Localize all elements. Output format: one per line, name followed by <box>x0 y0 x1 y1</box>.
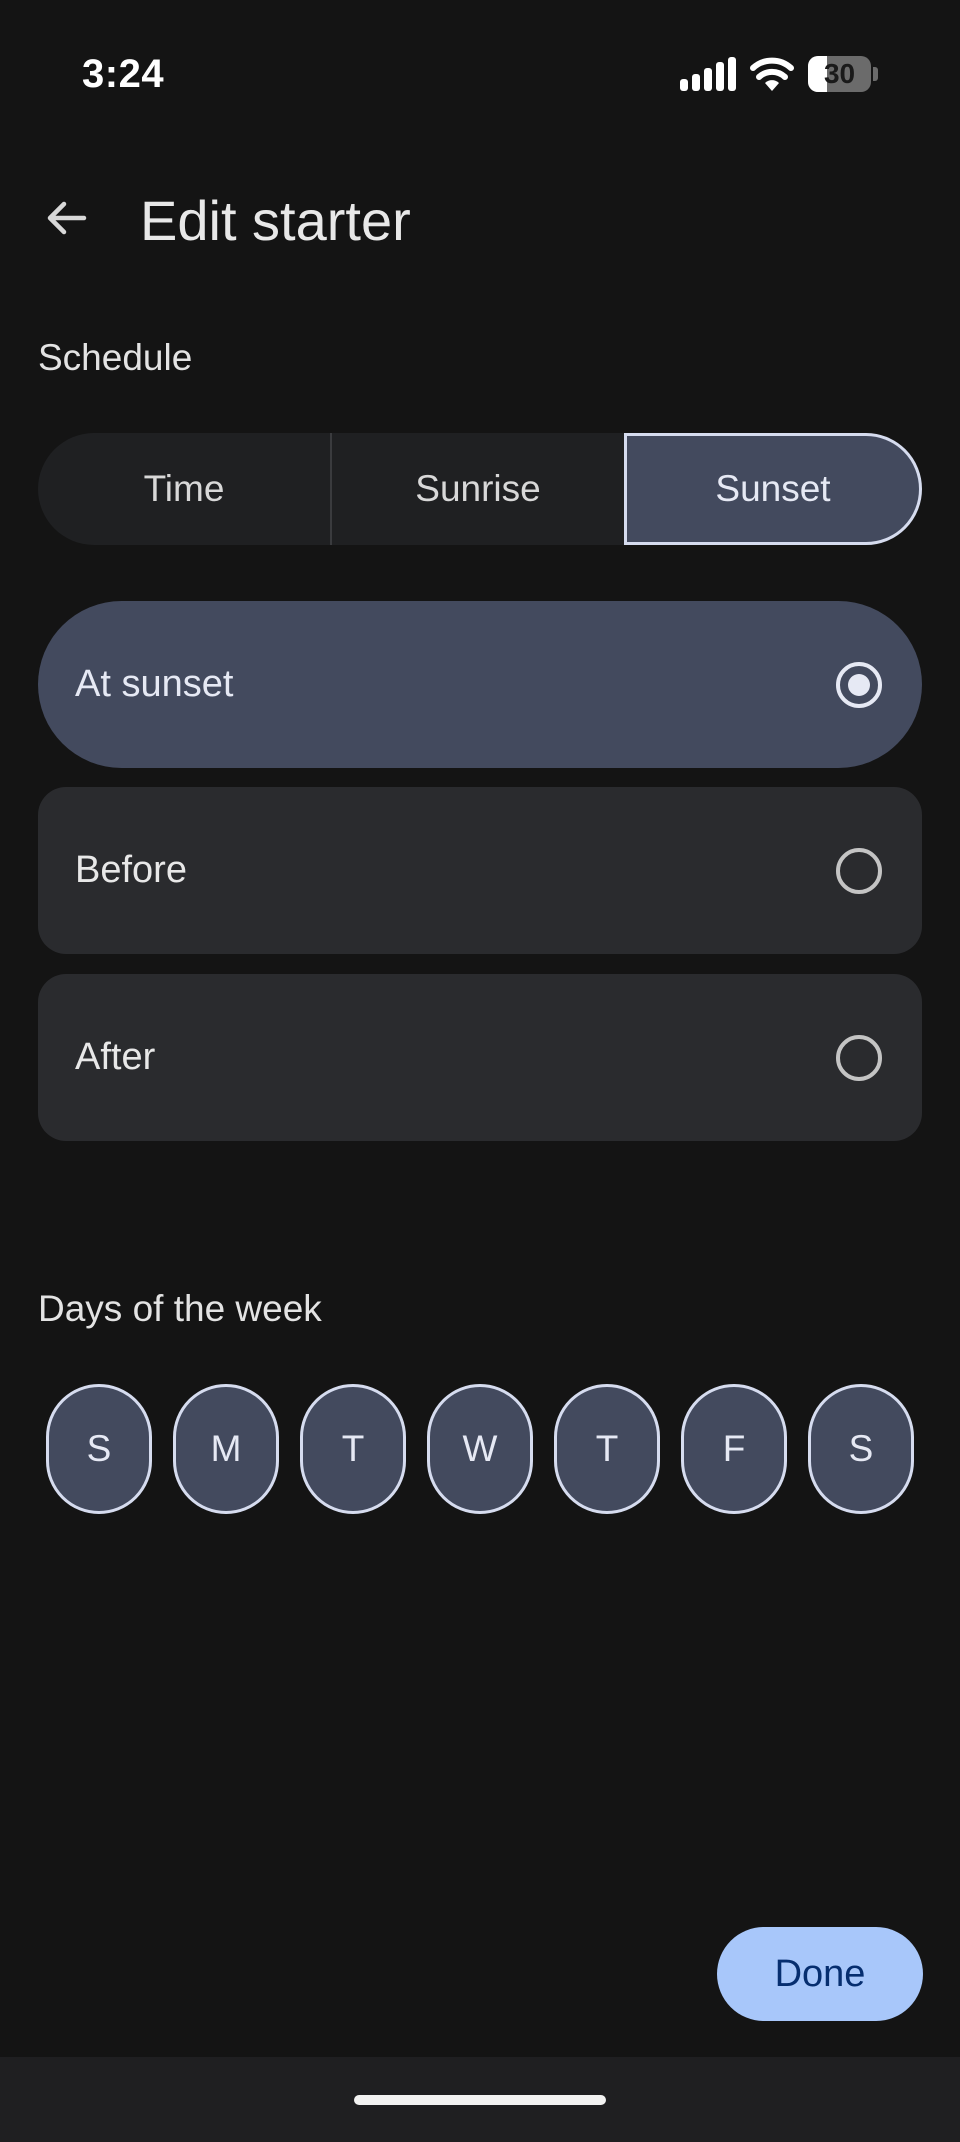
option-before[interactable]: Before <box>38 787 922 954</box>
days-of-week-selector: S M T W T F S <box>46 1384 914 1514</box>
arrow-back-icon <box>47 201 87 235</box>
segment-sunrise[interactable]: Sunrise <box>332 433 624 545</box>
day-toggle-monday[interactable]: M <box>173 1384 279 1514</box>
schedule-type-segmented-control: Time Sunrise Sunset <box>38 433 922 545</box>
day-toggle-thursday[interactable]: T <box>554 1384 660 1514</box>
back-button[interactable] <box>36 188 96 248</box>
status-bar: 3:24 30 <box>0 0 960 150</box>
day-toggle-sunday[interactable]: S <box>46 1384 152 1514</box>
day-toggle-tuesday[interactable]: T <box>300 1384 406 1514</box>
status-time: 3:24 <box>82 52 165 96</box>
status-icons: 30 <box>680 56 878 92</box>
battery-icon: 30 <box>808 56 878 92</box>
segment-sunset[interactable]: Sunset <box>624 433 922 545</box>
days-heading: Days of the week <box>38 1288 322 1329</box>
option-label: After <box>75 1036 156 1078</box>
day-toggle-wednesday[interactable]: W <box>427 1384 533 1514</box>
cellular-signal-icon <box>680 57 736 91</box>
segment-time[interactable]: Time <box>38 433 332 545</box>
wifi-icon <box>750 57 794 91</box>
day-toggle-friday[interactable]: F <box>681 1384 787 1514</box>
day-toggle-saturday[interactable]: S <box>808 1384 914 1514</box>
option-label: Before <box>75 849 187 891</box>
option-after[interactable]: After <box>38 974 922 1141</box>
page-title: Edit starter <box>140 189 411 252</box>
battery-level: 30 <box>823 58 856 89</box>
navigation-bar <box>0 2057 960 2142</box>
radio-checked-icon[interactable] <box>836 661 882 708</box>
radio-unchecked-icon[interactable] <box>836 1034 882 1081</box>
option-label: At sunset <box>75 663 234 705</box>
option-at-sunset[interactable]: At sunset <box>38 601 922 768</box>
schedule-heading: Schedule <box>38 337 193 378</box>
radio-unchecked-icon[interactable] <box>836 847 882 894</box>
done-button[interactable]: Done <box>717 1927 923 2021</box>
home-indicator[interactable] <box>354 2095 606 2105</box>
